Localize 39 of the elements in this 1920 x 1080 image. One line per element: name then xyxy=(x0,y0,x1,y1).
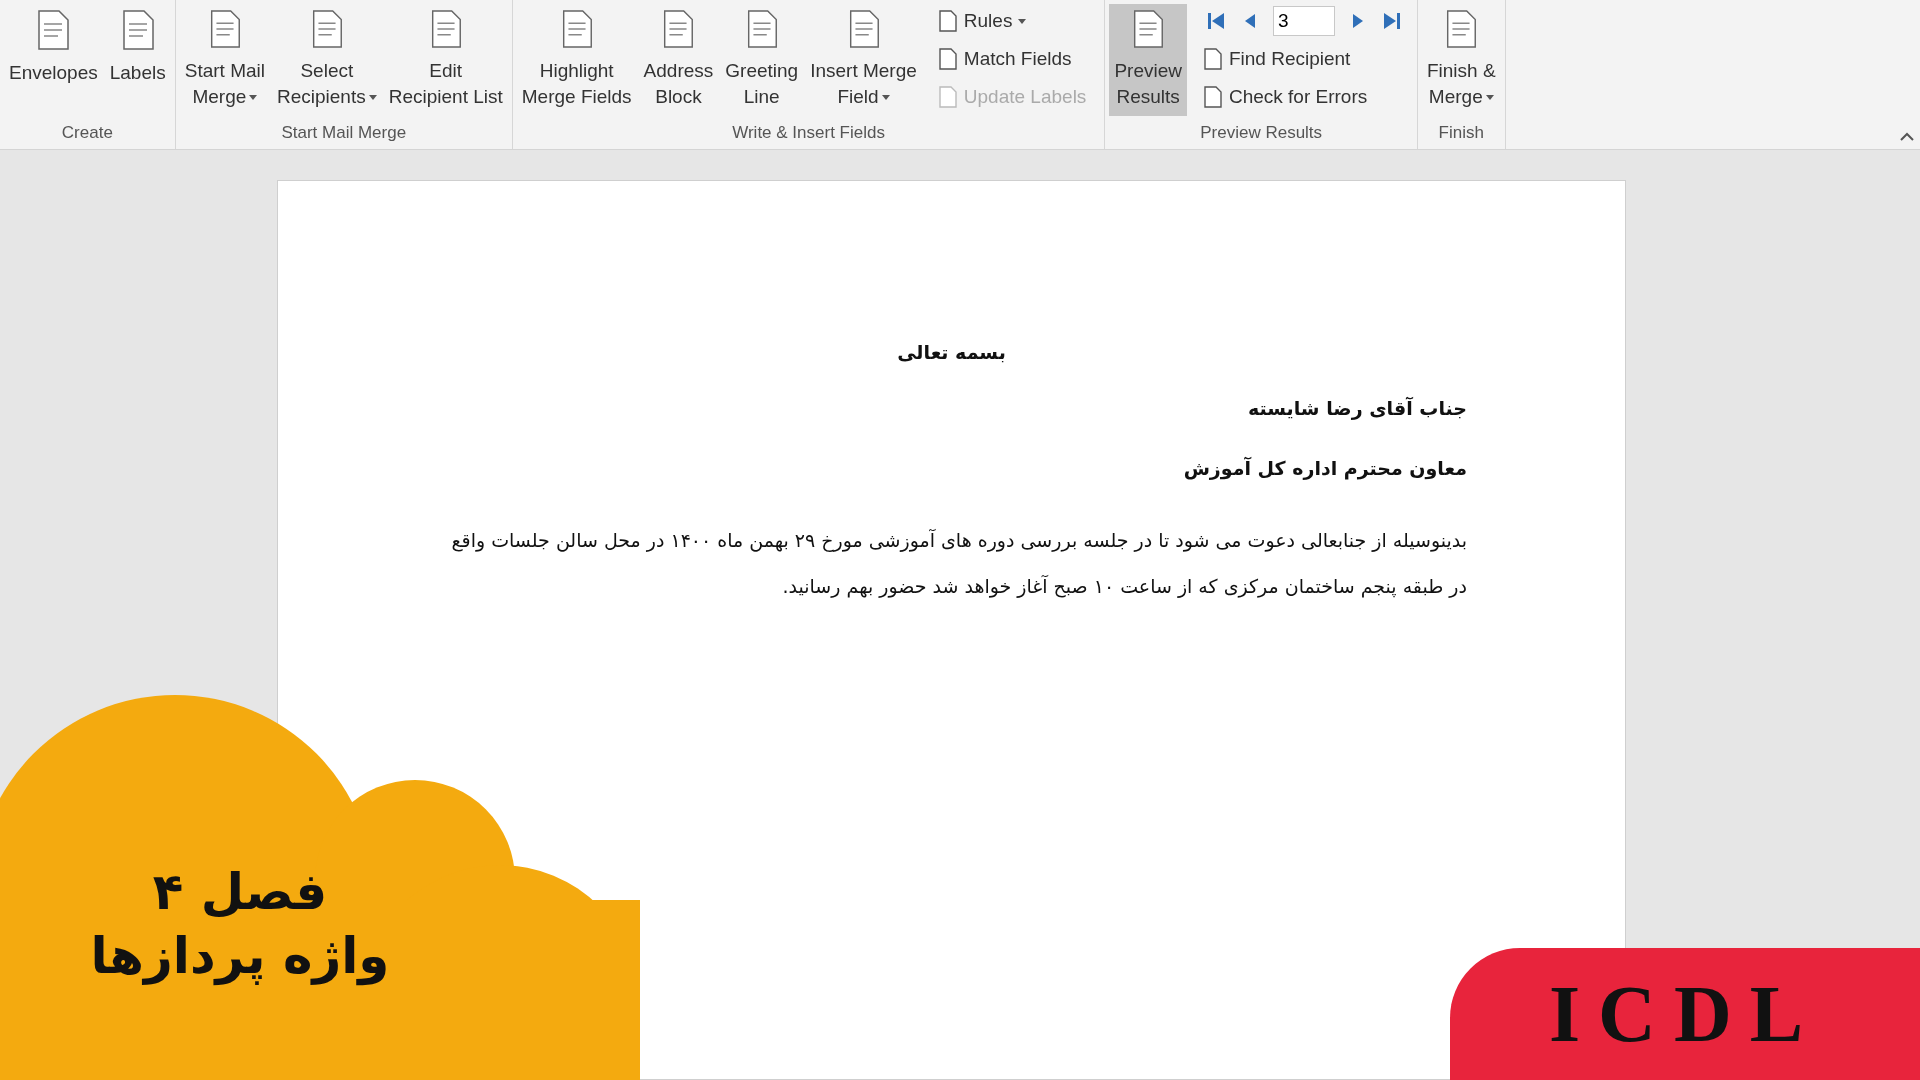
ribbon-button[interactable]: Insert Merge Field xyxy=(805,4,922,116)
document-icon xyxy=(937,10,958,32)
ribbon-button[interactable]: Select Recipients xyxy=(272,4,382,116)
ribbon-button[interactable]: Find Recipient xyxy=(1198,42,1403,76)
chapter-title: واژه پردازها xyxy=(90,926,390,988)
document-icon xyxy=(1202,86,1223,108)
document-icon xyxy=(120,10,155,50)
ribbon-button[interactable]: Preview Results xyxy=(1109,4,1187,116)
ribbon-button[interactable]: Rules xyxy=(933,4,1091,38)
ribbon-button[interactable]: Envelopes xyxy=(4,4,103,116)
ribbon-button[interactable]: Address Block xyxy=(638,4,719,116)
ribbon-button[interactable]: Check for Errors xyxy=(1198,80,1403,114)
document-heading: بسمه تعالی xyxy=(896,341,1007,363)
record-number-field[interactable]: 3 xyxy=(1272,6,1335,36)
ribbon-button[interactable]: Edit Recipient List xyxy=(383,4,508,116)
group-label: Preview Results xyxy=(1199,123,1324,144)
document-icon xyxy=(661,10,696,48)
collapse-ribbon-icon[interactable] xyxy=(1900,132,1914,141)
document-icon xyxy=(937,48,958,70)
group-label: Start Mail Merge xyxy=(280,123,408,144)
ribbon-button[interactable]: Match Fields xyxy=(933,42,1091,76)
ribbon-button[interactable]: Finish & Merge xyxy=(1421,4,1501,116)
document-paragraph: بدینوسیله از جنابعالی دعوت می شود تا در جلسه بررسی دوره های آموزشی مورخ ۲۹ بهمن ماه ۱۴۰۰ در محل سالن جلسات واقع در طبقه پنجم ساختمان مرکزی که از ساعت ۱۰ صبح آغاز خواهد شد حضور بهم رسانید. xyxy=(450,528,1467,600)
group-label: Finish xyxy=(1437,123,1485,144)
document-icon xyxy=(1202,48,1223,70)
chapter-title: فصل ۴ xyxy=(152,862,328,923)
group-label: Write & Insert Fields xyxy=(731,123,886,144)
document-icon xyxy=(937,86,958,108)
ribbon-button[interactable]: Labels xyxy=(104,4,171,116)
document-icon xyxy=(1444,10,1479,48)
document-icon xyxy=(1131,10,1166,48)
ribbon-button[interactable]: Highlight Merge Fields xyxy=(516,4,637,116)
document-line: معاون محترم اداره کل آموزش xyxy=(1182,457,1467,479)
logo-text: ICDL xyxy=(1548,968,1821,1060)
ribbon-button[interactable]: Start Mail Merge xyxy=(179,4,270,116)
document-line: جناب آقای رضا شایسته xyxy=(1246,397,1467,419)
ribbon-button[interactable]: Greeting Line xyxy=(720,4,804,116)
group-label: Create xyxy=(60,123,114,144)
document-icon xyxy=(36,10,71,50)
